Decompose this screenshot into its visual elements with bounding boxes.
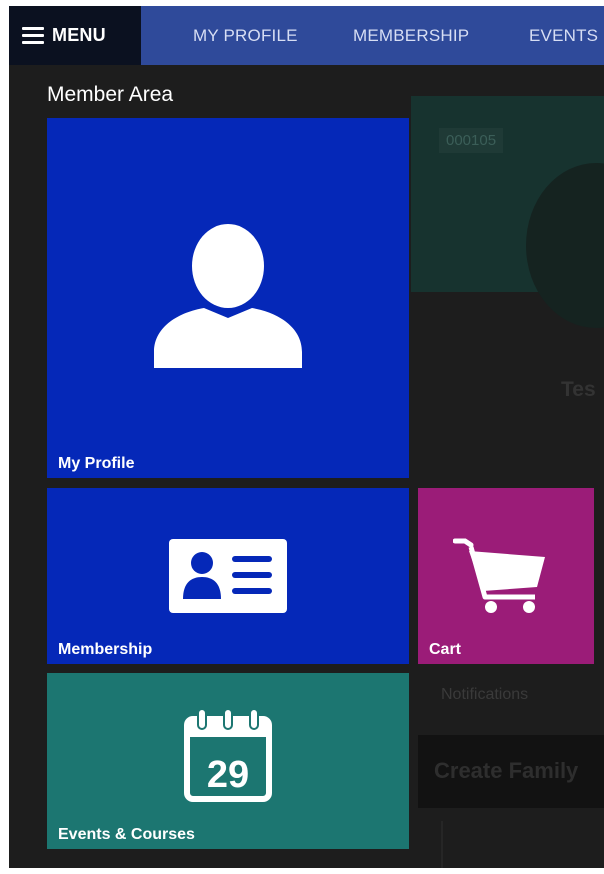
id-card-icon	[169, 539, 287, 613]
top-navigation: MENU MY PROFILE MEMBERSHIP EVENTS	[9, 6, 604, 65]
nav-link-my-profile[interactable]: MY PROFILE	[193, 6, 298, 65]
member-name: Tes	[561, 378, 596, 401]
tile-label: My Profile	[58, 455, 135, 472]
tile-my-profile[interactable]: My Profile	[47, 118, 409, 478]
tile-events-courses[interactable]: 29 Events & Courses	[47, 673, 409, 849]
divider	[441, 821, 443, 868]
tile-label: Cart	[429, 641, 462, 658]
tile-membership[interactable]: Membership	[47, 488, 409, 664]
member-id-badge: 000105	[439, 128, 504, 153]
tile-label: Events & Courses	[58, 826, 195, 843]
menu-button[interactable]: MENU	[9, 6, 141, 65]
tile-label: Membership	[58, 641, 153, 658]
nav-link-membership[interactable]: MEMBERSHIP	[353, 6, 469, 65]
nav-link-events[interactable]: EVENTS	[529, 6, 598, 65]
menu-label: MENU	[52, 25, 106, 45]
user-icon	[154, 224, 302, 372]
app-frame: MENU MY PROFILE MEMBERSHIP EVENTS 000105…	[9, 6, 604, 868]
tile-cart[interactable]: Cart	[418, 488, 594, 664]
hamburger-icon	[22, 27, 44, 44]
calendar-day: 29	[207, 754, 249, 796]
calendar-icon: 29	[184, 708, 272, 802]
notifications-label: Notifications	[441, 686, 529, 703]
create-family-heading: Create Family	[434, 758, 579, 783]
cart-icon	[453, 538, 545, 613]
page-title: Member Area	[47, 83, 174, 106]
